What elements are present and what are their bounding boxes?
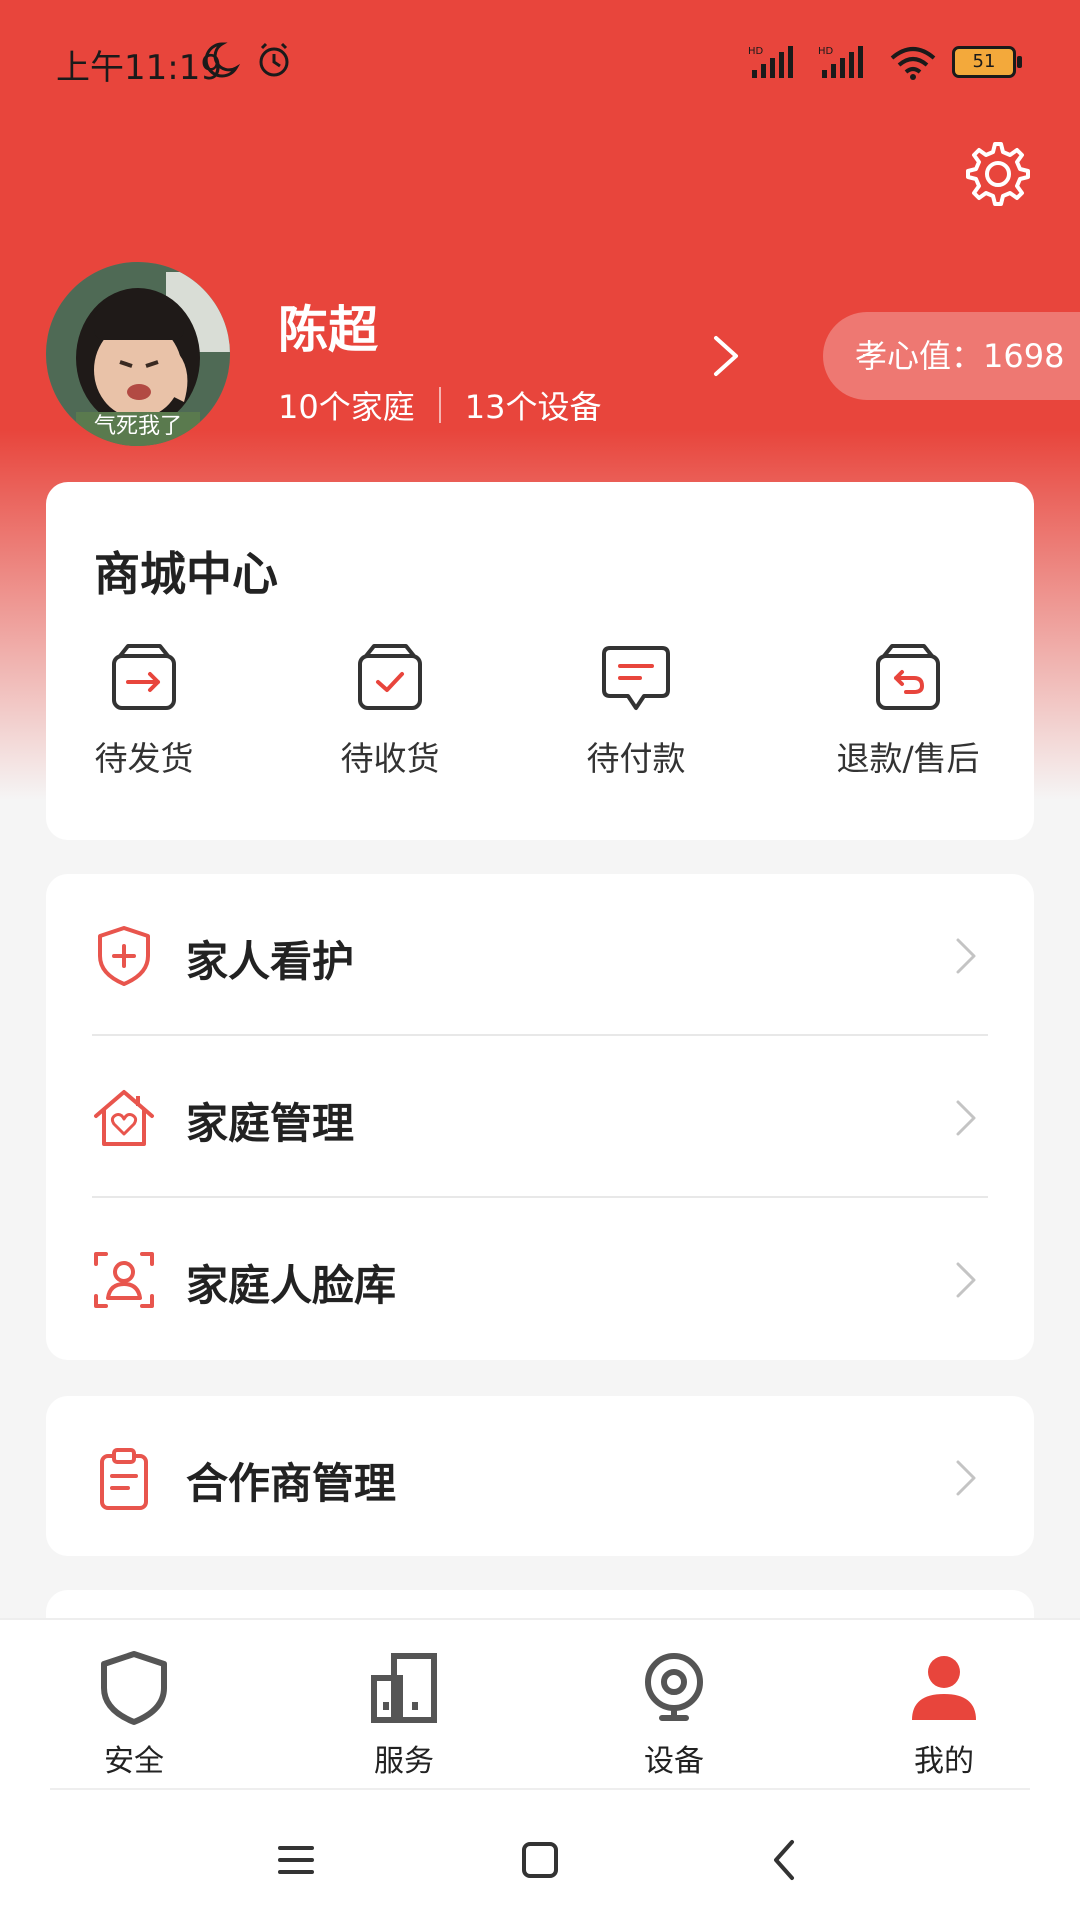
home-square-icon[interactable] — [510, 1830, 570, 1890]
chevron-right-icon — [956, 1262, 976, 1298]
status-left-icons — [200, 40, 290, 84]
shield-icon — [101, 1651, 167, 1725]
menu-label: 家庭管理 — [186, 1099, 355, 1148]
mall-item-pending-payment[interactable]: 待付款 — [536, 642, 736, 780]
mall-label: 退款/售后 — [836, 739, 980, 778]
stat-divider — [438, 387, 441, 423]
person-icon — [912, 1656, 976, 1720]
back-icon[interactable] — [756, 1830, 816, 1890]
xiaoxin-badge[interactable]: 孝心值：1698 — [823, 312, 1080, 400]
mall-title: 商城中心 — [94, 547, 278, 601]
menu-item-face-library[interactable]: 家庭人脸库 — [46, 1198, 1034, 1360]
mall-item-pending-receipt[interactable]: 待收货 — [290, 642, 490, 780]
chevron-right-icon — [956, 1100, 976, 1136]
battery-icon: 51 — [952, 46, 1022, 78]
menu-label: 家人看护 — [186, 937, 355, 986]
menu-item-family-manage[interactable]: 家庭管理 — [46, 1036, 1034, 1198]
family-menu-card: 家人看护 家庭管理 家庭人脸库 — [46, 874, 1034, 1360]
menu-label: 合作商管理 — [186, 1459, 397, 1508]
settings-button[interactable] — [962, 138, 1034, 210]
tab-device[interactable]: 设备 — [594, 1650, 754, 1780]
tab-label: 设备 — [644, 1744, 704, 1779]
mall-label: 待发货 — [94, 739, 194, 778]
svg-text:HD: HD — [748, 46, 764, 57]
mall-center-card: 商城中心 待发货 待收货 待付款 退款/售后 — [46, 482, 1034, 840]
building-icon — [371, 1653, 437, 1723]
message-icon — [602, 646, 670, 710]
house-heart-icon — [94, 1090, 154, 1146]
moon-icon — [204, 42, 241, 78]
mall-item-pending-shipment[interactable]: 待发货 — [44, 642, 244, 780]
chevron-right-icon[interactable] — [710, 334, 742, 378]
user-name[interactable]: 陈超 — [278, 290, 378, 362]
alarm-icon — [259, 42, 289, 77]
signal-icon-2: HD — [818, 46, 863, 78]
status-bar: 上午11:19 HD HD 51 — [0, 0, 1080, 120]
system-nav-bar — [0, 1790, 1080, 1920]
mall-label: 待付款 — [586, 739, 686, 778]
avatar[interactable]: 气死我了 — [46, 262, 230, 446]
status-time: 上午11:19 — [56, 48, 222, 88]
menu-item-family-care[interactable]: 家人看护 — [46, 874, 1034, 1036]
tab-mine[interactable]: 我的 — [864, 1650, 1024, 1780]
mall-label: 待收货 — [340, 739, 440, 778]
tab-label: 服务 — [374, 1744, 434, 1779]
svg-text:HD: HD — [818, 46, 834, 57]
gear-icon — [966, 142, 1030, 206]
menu-icon[interactable] — [266, 1830, 326, 1890]
signal-icon: HD — [748, 46, 793, 78]
camera-icon — [645, 1653, 703, 1721]
chevron-right-icon — [956, 938, 976, 974]
wifi-icon — [890, 47, 936, 80]
box-arrow-icon — [112, 644, 176, 710]
face-scan-icon — [94, 1252, 154, 1308]
family-count: 10个家庭 — [278, 388, 415, 426]
tab-label: 安全 — [104, 1744, 164, 1779]
status-right-icons: HD HD 51 — [748, 44, 1022, 80]
tab-security[interactable]: 安全 — [54, 1650, 214, 1780]
menu-item-partner-manage[interactable]: 合作商管理 — [46, 1396, 1034, 1556]
device-count: 13个设备 — [464, 388, 602, 426]
battery-level: 51 — [972, 51, 996, 72]
partner-menu-card: 合作商管理 — [46, 1396, 1034, 1556]
tab-service[interactable]: 服务 — [324, 1650, 484, 1780]
box-check-icon — [358, 644, 422, 710]
clipboard-icon — [100, 1448, 148, 1510]
box-return-icon — [876, 644, 940, 710]
mall-item-refund[interactable]: 退款/售后 — [808, 642, 1008, 780]
user-stats[interactable]: 10个家庭 13个设备 — [278, 382, 601, 428]
avatar-caption: 气死我了 — [93, 414, 182, 439]
shield-plus-icon — [98, 926, 150, 986]
tab-label: 我的 — [914, 1744, 974, 1779]
bottom-tab-bar: 安全 服务 设备 我的 — [0, 1618, 1080, 1790]
chevron-right-icon — [956, 1460, 976, 1496]
menu-label: 家庭人脸库 — [186, 1261, 397, 1310]
